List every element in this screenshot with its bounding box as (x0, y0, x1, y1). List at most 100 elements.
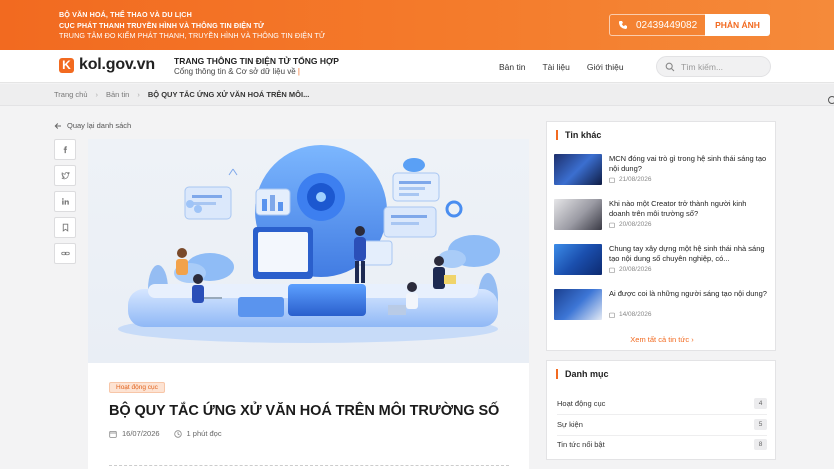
calendar-icon (109, 430, 117, 438)
share-facebook-button[interactable] (54, 139, 76, 160)
clock-icon (173, 429, 182, 438)
article-hero-image (88, 139, 529, 363)
calendar-icon (609, 177, 615, 183)
category-item[interactable]: Tin tức nổi bật 8 (557, 438, 767, 450)
news-thumbnail (554, 289, 602, 320)
twitter-icon (61, 171, 70, 180)
org-line-2: CỤC PHÁT THANH TRUYỀN HÌNH VÀ THÔNG TIN … (59, 20, 265, 30)
copy-link-button[interactable] (54, 243, 76, 264)
bookmark-icon (62, 223, 68, 232)
categories-title: Danh mục (556, 369, 609, 379)
category-count: 8 (754, 438, 767, 450)
category-count: 4 (754, 397, 767, 409)
linkedin-icon (61, 198, 69, 205)
logo-mark: K (59, 57, 74, 73)
categories-card: Danh mục Hoạt động cục 4 Sự kiện 5 Tin t… (546, 360, 776, 460)
hotline-number: 02439449082 (636, 19, 698, 31)
breadcrumb-bar: Trang chủ › Bản tin › BỘ QUY TẮC ỨNG XỬ … (0, 84, 834, 106)
article-date-text: 16/07/2026 (122, 429, 160, 438)
site-title: TRANG THÔNG TIN ĐIỆN TỬ TỔNG HỢP (174, 56, 339, 66)
main-nav: Bản tin Tài liệu Giới thiệu (499, 62, 624, 72)
calendar-icon (609, 267, 615, 273)
news-item[interactable]: Khi nào một Creator trở thành người kinh… (554, 199, 769, 233)
share-twitter-button[interactable] (54, 165, 76, 186)
article-meta: 16/07/2026 1 phút đọc (109, 429, 222, 438)
related-news-title: Tin khác (556, 130, 601, 140)
share-bar (54, 139, 76, 264)
facebook-icon (63, 146, 67, 154)
org-line-1: BỘ VĂN HOÁ, THỂ THAO VÀ DU LỊCH (59, 10, 192, 19)
divider (557, 435, 767, 436)
nav-item-news[interactable]: Bản tin (499, 62, 525, 72)
category-label: Sự kiện (557, 419, 583, 429)
related-news-card: Tin khác MCN đóng vai trò gì trong hệ si… (546, 121, 776, 351)
nav-item-documents[interactable]: Tài liệu (542, 62, 569, 72)
nav-item-about[interactable]: Giới thiệu (587, 62, 624, 72)
search-icon (665, 62, 675, 71)
breadcrumb-separator: › (137, 90, 140, 99)
divider (557, 414, 767, 415)
site-subtitle: Cổng thông tin & Cơ sở dữ liệu về (174, 67, 296, 76)
news-date-text: 20/08/2026 (619, 221, 652, 228)
category-count: 5 (754, 418, 767, 430)
top-banner: BỘ VĂN HOÁ, THỂ THAO VÀ DU LỊCH CỤC PHÁT… (0, 0, 834, 50)
calendar-icon (609, 312, 615, 318)
site-header: K kol.gov.vn TRANG THÔNG TIN ĐIỆN TỬ TỔN… (0, 50, 834, 83)
category-item[interactable]: Sự kiện 5 (557, 418, 767, 430)
article-read-time-text: 1 phút đọc (186, 429, 222, 438)
category-tag[interactable]: Hoạt động cục (109, 382, 165, 393)
bookmark-button[interactable] (54, 217, 76, 238)
search-box[interactable] (656, 56, 771, 77)
back-to-list-link[interactable]: Quay lại danh sách (54, 121, 131, 130)
news-item[interactable]: MCN đóng vai trò gì trong hệ sinh thái s… (554, 154, 769, 188)
news-title: Ai được coi là những người sáng tạo nội … (609, 289, 767, 298)
news-date: 20/08/2026 (609, 266, 652, 273)
logo-text: kol.gov.vn (79, 56, 155, 73)
share-linkedin-button[interactable] (54, 191, 76, 212)
article-read-time: 1 phút đọc (173, 429, 222, 438)
site-logo[interactable]: K kol.gov.vn (59, 56, 155, 74)
news-date: 14/08/2026 (609, 311, 652, 318)
breadcrumb-current: BỘ QUY TẮC ỨNG XỬ VĂN HOÁ TRÊN MÔI... (147, 90, 310, 99)
breadcrumb-home[interactable]: Trang chủ (54, 90, 88, 99)
breadcrumb: Trang chủ › Bản tin › BỘ QUY TẮC ỨNG XỬ … (54, 90, 309, 99)
news-title: Chung tay xây dựng một hệ sinh thái nhà … (609, 244, 765, 263)
report-button[interactable]: PHẢN ÁNH (705, 14, 770, 36)
arrow-left-icon (54, 122, 61, 129)
breadcrumb-separator: › (95, 90, 99, 99)
news-thumbnail (554, 154, 602, 185)
news-date-text: 14/08/2026 (619, 311, 652, 318)
news-title: Khi nào một Creator trở thành người kinh… (609, 199, 747, 218)
see-all-news-link[interactable]: Xem tất cả tin tức › (547, 335, 777, 344)
org-line-3: TRUNG TÂM ĐO KIỂM PHÁT THANH, TRUYỀN HÌN… (59, 31, 326, 40)
back-label: Quay lại danh sách (67, 121, 132, 130)
news-date-text: 21/08/2026 (619, 176, 652, 183)
accessibility-icon[interactable] (828, 96, 834, 104)
news-title: MCN đóng vai trò gì trong hệ sinh thái s… (609, 154, 767, 173)
article-card: Hoạt động cục BỘ QUY TẮC ỨNG XỬ VĂN HOÁ … (88, 139, 529, 469)
article-date: 16/07/2026 (109, 429, 160, 438)
breadcrumb-section[interactable]: Bản tin (106, 90, 129, 99)
news-date: 20/08/2026 (609, 221, 652, 228)
article-title: BỘ QUY TẮC ỨNG XỬ VĂN HOÁ TRÊN MÔI TRƯỜN… (109, 403, 500, 419)
site-title-block: TRANG THÔNG TIN ĐIỆN TỬ TỔNG HỢP Cổng th… (174, 56, 339, 76)
chevron-right-icon: › (691, 335, 694, 344)
category-label: Tin tức nổi bật (557, 439, 605, 449)
organization-info: BỘ VĂN HOÁ, THỂ THAO VÀ DU LỊCH CỤC PHÁT… (59, 10, 325, 42)
news-thumbnail (554, 199, 602, 230)
link-icon (60, 251, 70, 256)
see-all-label: Xem tất cả tin tức (630, 335, 690, 344)
news-thumbnail (554, 244, 602, 275)
news-date: 21/08/2026 (609, 176, 652, 183)
search-input[interactable] (681, 61, 761, 72)
category-item[interactable]: Hoạt động cục 4 (557, 397, 767, 409)
site-subtitle-wrap: Cổng thông tin & Cơ sở dữ liệu về | (174, 67, 339, 76)
hotline[interactable]: 02439449082 (609, 14, 705, 36)
news-item[interactable]: Chung tay xây dựng một hệ sinh thái nhà … (554, 244, 769, 278)
phone-icon (619, 21, 627, 29)
text-cursor: | (297, 67, 300, 76)
news-date-text: 20/08/2026 (619, 266, 652, 273)
calendar-icon (609, 222, 615, 228)
divider (109, 465, 509, 469)
news-item[interactable]: Ai được coi là những người sáng tạo nội … (554, 289, 769, 323)
